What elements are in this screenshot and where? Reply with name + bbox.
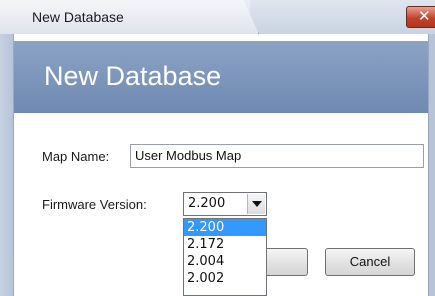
firmware-version-label: Firmware Version: [42, 197, 147, 212]
map-name-input[interactable]: User Modbus Map [130, 144, 424, 168]
close-button[interactable]: ✕ [406, 6, 435, 28]
close-icon: ✕ [418, 8, 431, 25]
dropdown-option[interactable]: 2.172 [184, 236, 266, 253]
dropdown-option[interactable]: 2.004 [184, 253, 266, 270]
window-frame-right [428, 34, 435, 296]
banner-title: New Database [44, 61, 222, 91]
cancel-button[interactable]: Cancel [325, 248, 415, 276]
firmware-version-select[interactable]: 2.200 [183, 192, 267, 216]
map-name-label: Map Name: [42, 149, 110, 164]
dropdown-option[interactable]: 2.200 [184, 219, 266, 236]
new-database-dialog: New Database ✕ New Database Map Name: Us… [0, 0, 435, 296]
firmware-selected-value: 2.200 [188, 196, 226, 211]
window-frame-left [0, 34, 14, 296]
firmware-version-dropdown-list: 2.200 2.172 2.004 2.002 [183, 218, 267, 296]
title-bar: New Database ✕ [0, 0, 435, 34]
chevron-down-icon[interactable] [247, 194, 265, 214]
dropdown-option[interactable]: 2.002 [184, 270, 266, 287]
window-title: New Database [32, 9, 124, 25]
header-banner: New Database [14, 41, 428, 113]
